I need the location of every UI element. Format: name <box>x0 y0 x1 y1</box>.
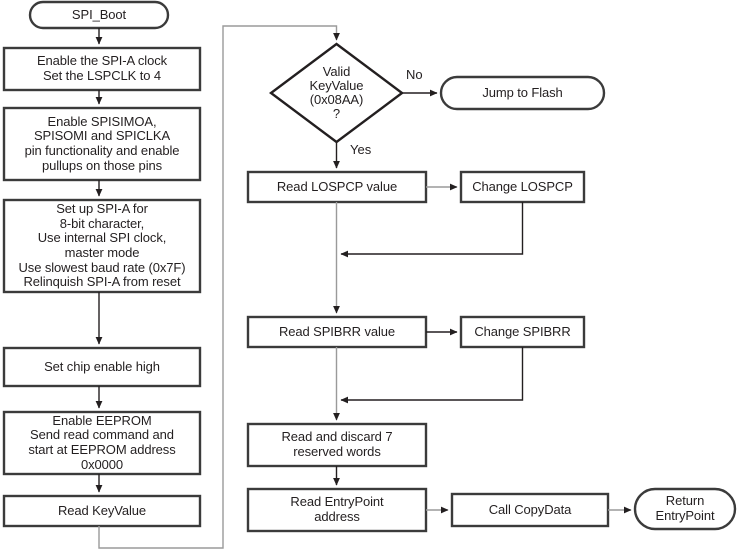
shape-spi-boot <box>28 0 170 30</box>
shape-enable-pins <box>2 106 202 182</box>
shape-discard-words <box>246 422 428 468</box>
edge-changelospcp-merge-back <box>340 202 524 258</box>
shape-enable-eeprom <box>2 410 202 476</box>
shape-read-entrypoint <box>246 487 428 533</box>
shape-read-spibrr <box>246 315 428 349</box>
edge-label-yes: Yes <box>350 142 372 157</box>
shape-chip-enable <box>2 346 202 388</box>
flowchart-graphics <box>2 0 737 549</box>
shape-return-entrypoint <box>633 487 737 531</box>
shape-change-lospcp <box>459 170 586 204</box>
shape-read-lospcp <box>246 170 428 204</box>
shape-enable-clock <box>2 46 202 92</box>
edge-label-no: No <box>406 67 423 82</box>
shape-valid-keyvalue <box>268 42 405 144</box>
shape-change-spibrr <box>459 315 586 349</box>
shape-jump-to-flash <box>439 75 606 111</box>
shape-read-keyvalue <box>2 494 202 528</box>
shape-call-copydata <box>450 492 610 528</box>
edge-changespibrr-merge-back <box>340 347 524 404</box>
shape-setup-spi <box>2 198 202 294</box>
flowchart-canvas: SPI_Boot Enable the SPI-A clock Set the … <box>0 0 743 556</box>
node-shapes <box>2 0 737 533</box>
